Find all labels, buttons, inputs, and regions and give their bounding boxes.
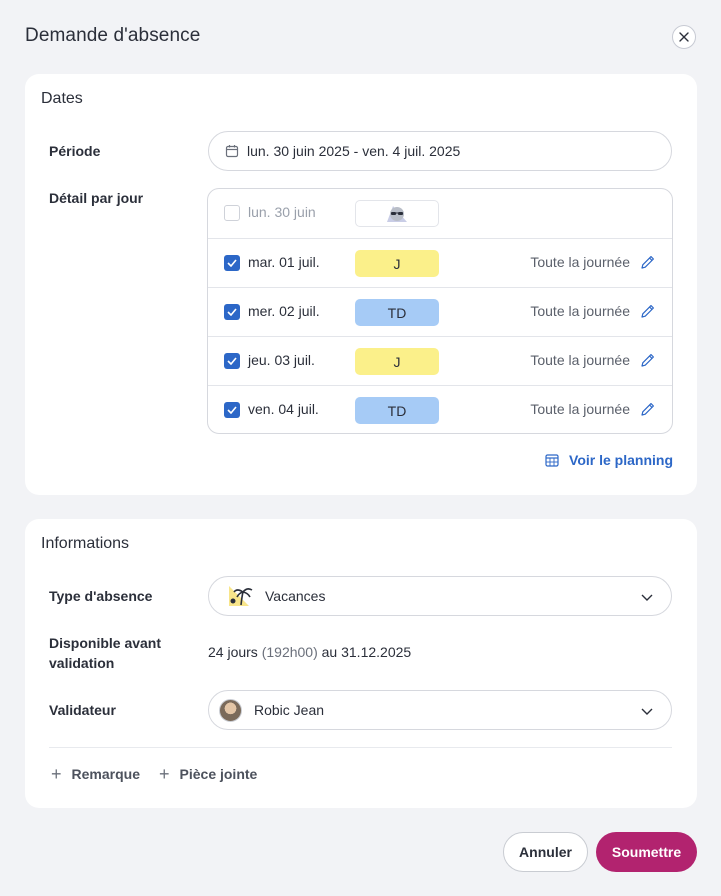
day-duration: Toute la journée: [530, 401, 630, 417]
validator-select[interactable]: Robic Jean: [208, 690, 672, 730]
weekend-sunglasses-icon: [387, 205, 407, 222]
avatar: [219, 698, 242, 722]
chevron-down-icon: [641, 594, 653, 601]
day-row: mer. 02 juil. TD Toute la journée: [208, 287, 672, 336]
day-badge: J: [355, 348, 439, 375]
add-remark-link[interactable]: + Remarque: [51, 764, 140, 784]
edit-icon[interactable]: [640, 401, 656, 417]
add-attachment-link[interactable]: + Pièce jointe: [159, 764, 258, 784]
calendar-grid-icon: [545, 454, 559, 467]
check-icon: [227, 406, 237, 414]
info-card: Informations Type d'absence Vacances Dis…: [25, 519, 697, 808]
day-checkbox[interactable]: [224, 255, 240, 271]
available-until: au 31.12.2025: [321, 644, 412, 660]
period-field[interactable]: lun. 30 juin 2025 - ven. 4 juil. 2025: [208, 131, 672, 171]
period-label: Période: [49, 143, 101, 159]
day-label: jeu. 03 juil.: [248, 352, 315, 368]
day-row: mar. 01 juil. J Toute la journée: [208, 238, 672, 287]
dates-title: Dates: [41, 90, 83, 107]
available-value: 24 jours (192h00) au 31.12.2025: [208, 644, 411, 660]
available-label-line1: Disponible avant: [49, 635, 162, 651]
calendar-icon: [225, 145, 239, 158]
view-planning-label: Voir le planning: [569, 452, 673, 468]
plus-icon: +: [159, 764, 170, 784]
available-days: 24 jours: [208, 644, 258, 660]
info-title: Informations: [41, 535, 130, 552]
day-duration: Toute la journée: [530, 254, 630, 270]
divider: [49, 747, 672, 748]
check-icon: [227, 308, 237, 316]
check-icon: [227, 357, 237, 365]
day-badge: TD: [355, 299, 439, 326]
edit-icon[interactable]: [640, 254, 656, 270]
day-row: lun. 30 juin: [208, 189, 672, 238]
available-hours: (192h00): [261, 644, 318, 660]
day-duration: Toute la journée: [530, 352, 630, 368]
edit-icon[interactable]: [640, 303, 656, 319]
absence-type-label: Type d'absence: [49, 588, 153, 604]
check-icon: [227, 259, 237, 267]
day-badge: [355, 200, 439, 227]
day-checkbox[interactable]: [224, 353, 240, 369]
dates-card: Dates Période lun. 30 juin 2025 - ven. 4…: [25, 74, 697, 495]
day-label: mer. 02 juil.: [248, 303, 320, 319]
day-checkbox[interactable]: [224, 402, 240, 418]
add-attachment-label: Pièce jointe: [179, 766, 258, 782]
day-checkbox[interactable]: [224, 304, 240, 320]
close-button[interactable]: [672, 25, 696, 49]
day-label: ven. 04 juil.: [248, 401, 319, 417]
chevron-down-icon: [641, 708, 653, 715]
day-detail-list: lun. 30 juin mar. 01 juil. J Toute la jo…: [207, 188, 673, 434]
day-row: jeu. 03 juil. J Toute la journée: [208, 336, 672, 385]
dialog-title: Demande d'absence: [25, 25, 201, 46]
view-planning-link[interactable]: Voir le planning: [545, 452, 673, 468]
validator-name: Robic Jean: [254, 702, 325, 718]
day-badge: J: [355, 250, 439, 277]
day-checkbox[interactable]: [224, 205, 240, 221]
available-label-line2: validation: [49, 655, 115, 671]
day-label: lun. 30 juin: [248, 204, 316, 220]
cancel-button[interactable]: Annuler: [503, 832, 588, 872]
period-value: lun. 30 juin 2025 - ven. 4 juil. 2025: [247, 143, 461, 159]
validator-label: Validateur: [49, 702, 116, 718]
palm-tree-icon: [229, 586, 253, 606]
day-label: mar. 01 juil.: [248, 254, 320, 270]
add-remark-label: Remarque: [71, 766, 140, 782]
edit-icon[interactable]: [640, 352, 656, 368]
day-row: ven. 04 juil. TD Toute la journée: [208, 385, 672, 433]
submit-button[interactable]: Soumettre: [596, 832, 697, 872]
detail-label: Détail par jour: [49, 190, 144, 206]
absence-type-value: Vacances: [265, 588, 326, 604]
day-duration: Toute la journée: [530, 303, 630, 319]
plus-icon: +: [51, 764, 62, 784]
close-icon: [679, 32, 689, 42]
available-label: Disponible avant validation: [49, 633, 161, 673]
day-badge: TD: [355, 397, 439, 424]
absence-type-select[interactable]: Vacances: [208, 576, 672, 616]
